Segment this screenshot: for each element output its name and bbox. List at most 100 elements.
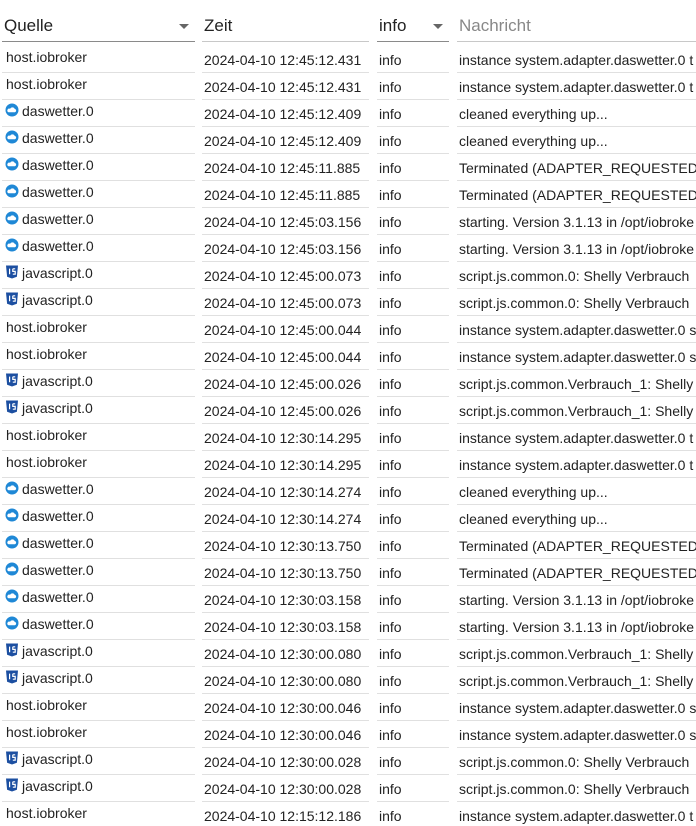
time-text: 2024-04-10 12:30:13.750 xyxy=(204,538,362,554)
message-text: starting. Version 3.1.13 in /opt/iobroke xyxy=(459,241,695,257)
message-text: instance system.adapter.daswetter.0 t xyxy=(459,430,694,446)
table-row[interactable]: daswetter.0 2024-04-10 12:45:11.885 info… xyxy=(0,154,696,181)
time-text: 2024-04-10 12:45:03.156 xyxy=(204,214,362,230)
source-cell: daswetter.0 xyxy=(2,235,195,262)
time-text: 2024-04-10 12:45:03.156 xyxy=(204,241,362,257)
table-row[interactable]: host.iobroker 2024-04-10 12:30:00.046 in… xyxy=(0,694,696,721)
table-row[interactable]: daswetter.0 2024-04-10 12:30:14.274 info… xyxy=(0,478,696,505)
message-cell: cleaned everything up... xyxy=(457,127,696,154)
message-text: script.js.common.0: Shelly Verbrauch xyxy=(459,781,690,797)
table-row[interactable]: javascript.0 2024-04-10 12:30:00.080 inf… xyxy=(0,640,696,667)
table-row[interactable]: daswetter.0 2024-04-10 12:30:13.750 info… xyxy=(0,559,696,586)
level-filter-select[interactable]: info xyxy=(377,10,449,42)
table-row[interactable]: host.iobroker 2024-04-10 12:30:14.295 in… xyxy=(0,451,696,478)
source-filter-select[interactable]: Quelle xyxy=(2,10,195,42)
time-cell: 2024-04-10 12:30:14.295 xyxy=(202,424,369,451)
level-cell: info xyxy=(377,424,449,451)
level-cell: info xyxy=(377,154,449,181)
message-text: script.js.common.0: Shelly Verbrauch xyxy=(459,295,690,311)
table-row[interactable]: javascript.0 2024-04-10 12:30:00.080 inf… xyxy=(0,667,696,694)
source-text: host.iobroker xyxy=(6,319,87,335)
source-cell: host.iobroker xyxy=(2,694,195,721)
source-cell: daswetter.0 xyxy=(2,154,195,181)
javascript-adapter-icon xyxy=(6,670,18,684)
message-cell: instance system.adapter.daswetter.0 t xyxy=(457,73,696,100)
table-row[interactable]: daswetter.0 2024-04-10 12:30:03.158 info… xyxy=(0,586,696,613)
level-text: info xyxy=(379,538,402,554)
table-row[interactable]: daswetter.0 2024-04-10 12:45:12.409 info… xyxy=(0,127,696,154)
table-row[interactable]: daswetter.0 2024-04-10 12:45:12.409 info… xyxy=(0,100,696,127)
level-text: info xyxy=(379,592,402,608)
level-cell: info xyxy=(377,802,449,826)
table-row[interactable]: javascript.0 2024-04-10 12:45:00.073 inf… xyxy=(0,262,696,289)
table-row[interactable]: daswetter.0 2024-04-10 12:30:03.158 info… xyxy=(0,613,696,640)
source-cell: host.iobroker xyxy=(2,46,195,73)
message-filter-input[interactable]: Nachricht xyxy=(457,10,696,42)
table-row[interactable]: host.iobroker 2024-04-10 12:45:12.431 in… xyxy=(0,46,696,73)
javascript-adapter-icon xyxy=(6,643,18,657)
daswetter-adapter-icon xyxy=(5,535,19,549)
source-text: daswetter.0 xyxy=(22,130,94,146)
chevron-down-icon[interactable] xyxy=(179,24,189,29)
table-row[interactable]: javascript.0 2024-04-10 12:45:00.026 inf… xyxy=(0,397,696,424)
table-row[interactable]: host.iobroker 2024-04-10 12:30:14.295 in… xyxy=(0,424,696,451)
table-row[interactable]: javascript.0 2024-04-10 12:45:00.026 inf… xyxy=(0,370,696,397)
level-cell: info xyxy=(377,721,449,748)
table-row[interactable]: daswetter.0 2024-04-10 12:30:13.750 info… xyxy=(0,532,696,559)
level-cell: info xyxy=(377,775,449,802)
message-cell: script.js.common.Verbrauch_1: Shelly xyxy=(457,667,696,694)
time-text: 2024-04-10 12:30:03.158 xyxy=(204,592,362,608)
time-cell: 2024-04-10 12:30:14.274 xyxy=(202,478,369,505)
level-text: info xyxy=(379,322,402,338)
level-text: info xyxy=(379,241,402,257)
table-row[interactable]: daswetter.0 2024-04-10 12:45:11.885 info… xyxy=(0,181,696,208)
time-text: 2024-04-10 12:45:00.026 xyxy=(204,376,362,392)
time-text: 2024-04-10 12:30:00.028 xyxy=(204,754,362,770)
table-row[interactable]: host.iobroker 2024-04-10 12:30:00.046 in… xyxy=(0,721,696,748)
source-cell: host.iobroker xyxy=(2,343,195,370)
time-text: 2024-04-10 12:45:00.073 xyxy=(204,268,362,284)
level-text: info xyxy=(379,430,402,446)
time-text: 2024-04-10 12:45:12.409 xyxy=(204,133,362,149)
message-cell: cleaned everything up... xyxy=(457,478,696,505)
table-row[interactable]: javascript.0 2024-04-10 12:45:00.073 inf… xyxy=(0,289,696,316)
table-row[interactable]: daswetter.0 2024-04-10 12:45:03.156 info… xyxy=(0,235,696,262)
source-cell: daswetter.0 xyxy=(2,586,195,613)
time-text: 2024-04-10 12:30:00.046 xyxy=(204,727,362,743)
time-text: 2024-04-10 12:30:14.295 xyxy=(204,430,362,446)
chevron-down-icon[interactable] xyxy=(433,24,443,29)
table-row[interactable]: javascript.0 2024-04-10 12:30:00.028 inf… xyxy=(0,775,696,802)
daswetter-adapter-icon xyxy=(5,130,19,144)
level-filter-value: info xyxy=(379,16,407,35)
level-text: info xyxy=(379,457,402,473)
level-cell: info xyxy=(377,127,449,154)
time-text: 2024-04-10 12:45:00.073 xyxy=(204,295,362,311)
time-text: 2024-04-10 12:30:13.750 xyxy=(204,565,362,581)
table-row[interactable]: daswetter.0 2024-04-10 12:45:03.156 info… xyxy=(0,208,696,235)
table-row[interactable]: daswetter.0 2024-04-10 12:30:14.274 info… xyxy=(0,505,696,532)
message-cell: instance system.adapter.daswetter.0 s xyxy=(457,343,696,370)
message-cell: starting. Version 3.1.13 in /opt/iobroke xyxy=(457,235,696,262)
table-row[interactable]: host.iobroker 2024-04-10 12:45:00.044 in… xyxy=(0,343,696,370)
message-text: starting. Version 3.1.13 in /opt/iobroke xyxy=(459,619,695,635)
daswetter-adapter-icon xyxy=(5,238,19,252)
level-cell: info xyxy=(377,640,449,667)
table-row[interactable]: host.iobroker 2024-04-10 12:15:12.186 in… xyxy=(0,802,696,826)
time-cell: 2024-04-10 12:45:11.885 xyxy=(202,181,369,208)
message-text: script.js.common.0: Shelly Verbrauch xyxy=(459,754,690,770)
log-table-header: Quelle Zeit info Nachricht xyxy=(0,0,696,44)
table-row[interactable]: javascript.0 2024-04-10 12:30:00.028 inf… xyxy=(0,748,696,775)
daswetter-adapter-icon xyxy=(5,211,19,225)
daswetter-adapter-icon xyxy=(5,481,19,495)
javascript-adapter-icon xyxy=(6,400,18,414)
time-text: 2024-04-10 12:30:14.274 xyxy=(204,511,362,527)
table-row[interactable]: host.iobroker 2024-04-10 12:45:00.044 in… xyxy=(0,316,696,343)
time-cell: 2024-04-10 12:45:03.156 xyxy=(202,208,369,235)
message-cell: instance system.adapter.daswetter.0 t xyxy=(457,451,696,478)
level-text: info xyxy=(379,700,402,716)
time-cell: 2024-04-10 12:45:00.073 xyxy=(202,289,369,316)
message-text: starting. Version 3.1.13 in /opt/iobroke xyxy=(459,214,695,230)
table-row[interactable]: host.iobroker 2024-04-10 12:45:12.431 in… xyxy=(0,73,696,100)
level-text: info xyxy=(379,52,402,68)
message-cell: Terminated (ADAPTER_REQUESTED xyxy=(457,154,696,181)
